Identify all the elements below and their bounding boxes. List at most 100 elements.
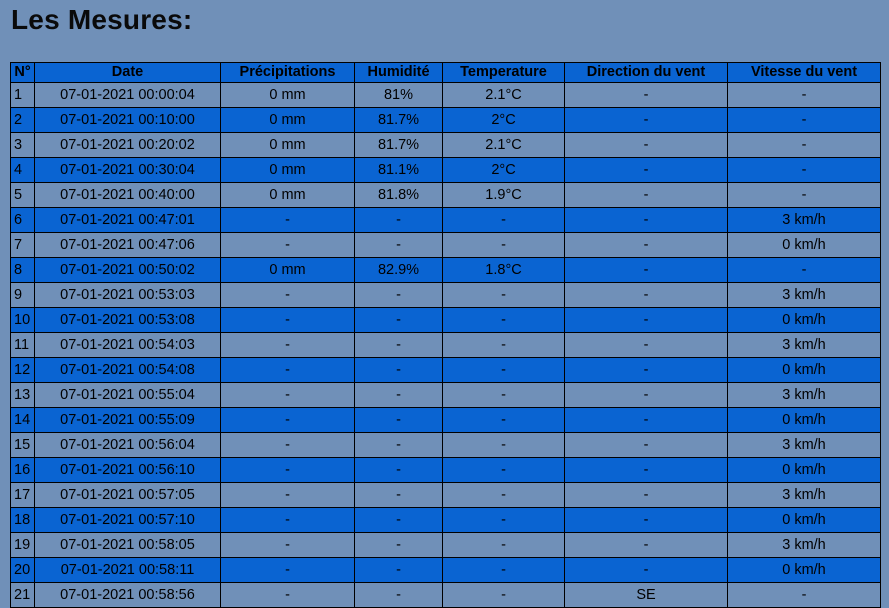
cell-precipitation: 0 mm [220, 107, 355, 133]
cell-humidity: - [354, 357, 443, 383]
cell-number: 21 [10, 582, 35, 608]
cell-wind-direction: - [564, 157, 728, 183]
cell-wind-speed: 0 km/h [727, 357, 881, 383]
cell-precipitation: 0 mm [220, 132, 355, 158]
cell-temperature: - [442, 432, 565, 458]
cell-number: 5 [10, 182, 35, 208]
cell-date: 07-01-2021 00:30:04 [34, 157, 221, 183]
column-header-wind-speed: Vitesse du vent [727, 62, 881, 83]
cell-wind-direction: SE [564, 582, 728, 608]
cell-precipitation: - [220, 432, 355, 458]
cell-wind-direction: - [564, 107, 728, 133]
cell-date: 07-01-2021 00:53:03 [34, 282, 221, 308]
cell-wind-direction: - [564, 207, 728, 233]
cell-number: 6 [10, 207, 35, 233]
cell-temperature: - [442, 307, 565, 333]
table-row: 9 07-01-2021 00:53:03- - - -3 km/h [10, 282, 881, 308]
cell-precipitation: 0 mm [220, 182, 355, 208]
cell-number: 19 [10, 532, 35, 558]
cell-temperature: - [442, 532, 565, 558]
cell-wind-direction: - [564, 532, 728, 558]
cell-wind-speed: 3 km/h [727, 382, 881, 408]
cell-humidity: - [354, 582, 443, 608]
cell-humidity: - [354, 457, 443, 483]
table-row: 16 07-01-2021 00:56:10- - - -0 km/h [10, 457, 881, 483]
cell-date: 07-01-2021 00:58:11 [34, 557, 221, 583]
cell-humidity: - [354, 482, 443, 508]
cell-wind-direction: - [564, 407, 728, 433]
cell-precipitation: - [220, 307, 355, 333]
cell-temperature: - [442, 507, 565, 533]
cell-wind-direction: - [564, 432, 728, 458]
cell-temperature: 1.8°C [442, 257, 565, 283]
cell-temperature: - [442, 357, 565, 383]
cell-number: 16 [10, 457, 35, 483]
cell-wind-direction: - [564, 232, 728, 258]
cell-wind-speed: 3 km/h [727, 282, 881, 308]
cell-wind-direction: - [564, 557, 728, 583]
cell-temperature: - [442, 282, 565, 308]
table-row: 7 07-01-2021 00:47:06- - - -0 km/h [10, 232, 881, 258]
cell-number: 13 [10, 382, 35, 408]
cell-precipitation: 0 mm [220, 82, 355, 108]
table-row: 17 07-01-2021 00:57:05- - - -3 km/h [10, 482, 881, 508]
cell-number: 1 [10, 82, 35, 108]
column-header-wind-direction: Direction du vent [564, 62, 728, 83]
column-header-number: N° [10, 62, 35, 83]
cell-number: 4 [10, 157, 35, 183]
cell-humidity: - [354, 332, 443, 358]
cell-date: 07-01-2021 00:57:10 [34, 507, 221, 533]
cell-precipitation: 0 mm [220, 257, 355, 283]
cell-date: 07-01-2021 00:00:04 [34, 82, 221, 108]
cell-temperature: - [442, 457, 565, 483]
cell-wind-direction: - [564, 307, 728, 333]
table-row: 14 07-01-2021 00:55:09- - - -0 km/h [10, 407, 881, 433]
cell-wind-speed: - [727, 82, 881, 108]
table-row: 8 07-01-2021 00:50:02 0 mm 82.9% 1.8°C - - [10, 257, 881, 283]
cell-humidity: 82.9% [354, 257, 443, 283]
cell-wind-speed: 0 km/h [727, 232, 881, 258]
cell-temperature: - [442, 407, 565, 433]
cell-temperature: - [442, 207, 565, 233]
table-row: 1 07-01-2021 00:00:04 0 mm 81% 2.1°C - - [10, 82, 881, 108]
cell-wind-speed: 3 km/h [727, 432, 881, 458]
cell-date: 07-01-2021 00:50:02 [34, 257, 221, 283]
cell-precipitation: - [220, 382, 355, 408]
table-row: 18 07-01-2021 00:57:10- - - -0 km/h [10, 507, 881, 533]
cell-humidity: - [354, 207, 443, 233]
cell-humidity: 81.7% [354, 107, 443, 133]
cell-wind-direction: - [564, 132, 728, 158]
cell-humidity: - [354, 232, 443, 258]
cell-wind-speed: 0 km/h [727, 407, 881, 433]
cell-date: 07-01-2021 00:47:06 [34, 232, 221, 258]
column-header-humidity: Humidité [354, 62, 443, 83]
cell-number: 12 [10, 357, 35, 383]
cell-temperature: - [442, 482, 565, 508]
cell-date: 07-01-2021 00:55:09 [34, 407, 221, 433]
table-row: 3 07-01-2021 00:20:02 0 mm 81.7% 2.1°C - - [10, 132, 881, 158]
cell-temperature: 2°C [442, 107, 565, 133]
cell-wind-speed: - [727, 157, 881, 183]
table-row: 15 07-01-2021 00:56:04- - - -3 km/h [10, 432, 881, 458]
cell-number: 14 [10, 407, 35, 433]
cell-date: 07-01-2021 00:53:08 [34, 307, 221, 333]
cell-date: 07-01-2021 00:40:00 [34, 182, 221, 208]
cell-precipitation: - [220, 332, 355, 358]
cell-precipitation: - [220, 282, 355, 308]
cell-wind-speed: 3 km/h [727, 532, 881, 558]
cell-humidity: - [354, 507, 443, 533]
cell-humidity: 81.8% [354, 182, 443, 208]
cell-temperature: 2°C [442, 157, 565, 183]
cell-temperature: 2.1°C [442, 132, 565, 158]
cell-number: 17 [10, 482, 35, 508]
measures-table: N° Date Précipitations Humidité Temperat… [10, 62, 881, 608]
cell-number: 10 [10, 307, 35, 333]
cell-humidity: - [354, 382, 443, 408]
cell-number: 2 [10, 107, 35, 133]
cell-wind-direction: - [564, 457, 728, 483]
table-row: 2 07-01-2021 00:10:00 0 mm 81.7% 2°C - - [10, 107, 881, 133]
cell-humidity: - [354, 432, 443, 458]
table-row: 20 07-01-2021 00:58:11- - - -0 km/h [10, 557, 881, 583]
cell-temperature: - [442, 557, 565, 583]
column-header-date: Date [34, 62, 221, 83]
